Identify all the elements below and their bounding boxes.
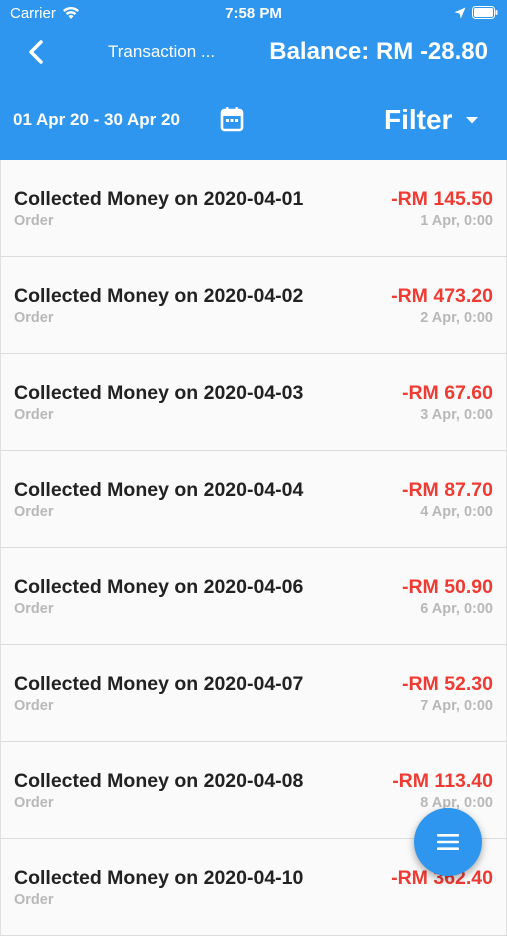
transaction-date: 7 Apr, 0:00 [420, 698, 493, 714]
filter-dropdown[interactable]: Filter [384, 104, 479, 136]
transaction-type: Order [14, 213, 54, 229]
status-time: 7:58 PM [225, 5, 282, 22]
transaction-amount: -RM 67.60 [401, 382, 493, 404]
app-header: Carrier 7:58 PM Transaction ... Balance:… [0, 0, 507, 160]
transaction-type: Order [14, 601, 54, 617]
transaction-type: Order [14, 795, 54, 811]
transaction-title: Collected Money on 2020-04-02 [14, 285, 304, 307]
transaction-date: 2 Apr, 0:00 [420, 310, 493, 326]
balance-label: Balance: RM -28.80 [269, 38, 488, 65]
location-arrow-icon [454, 7, 466, 19]
menu-fab-button[interactable] [414, 808, 482, 876]
transaction-title: Collected Money on 2020-04-10 [14, 867, 304, 889]
transaction-row[interactable]: Collected Money on 2020-04-06 Order -RM … [0, 548, 507, 645]
transaction-title: Collected Money on 2020-04-03 [14, 382, 304, 404]
transaction-row[interactable]: Collected Money on 2020-04-03 Order -RM … [0, 354, 507, 451]
transaction-title: Collected Money on 2020-04-01 [14, 188, 304, 210]
transaction-amount: -RM 50.90 [401, 576, 493, 598]
page-title: Transaction ... [108, 42, 216, 61]
transaction-row[interactable]: Collected Money on 2020-04-02 Order -RM … [0, 257, 507, 354]
transaction-amount: -RM 145.50 [391, 188, 493, 210]
transaction-type: Order [14, 504, 54, 520]
transaction-row[interactable]: Collected Money on 2020-04-07 Order -RM … [0, 645, 507, 742]
transaction-date: 1 Apr, 0:00 [420, 213, 493, 229]
transaction-type: Order [14, 407, 54, 423]
transaction-row[interactable]: Collected Money on 2020-04-01 Order -RM … [0, 160, 507, 257]
back-button[interactable] [22, 36, 52, 68]
calendar-icon[interactable] [220, 106, 244, 132]
transaction-type: Order [14, 698, 54, 714]
status-bar: Carrier 7:58 PM [0, 0, 507, 28]
caret-down-icon [465, 117, 478, 124]
transaction-date: 6 Apr, 0:00 [420, 601, 493, 617]
transaction-title: Collected Money on 2020-04-06 [14, 576, 304, 598]
transaction-date: 3 Apr, 0:00 [420, 407, 493, 423]
transaction-type: Order [14, 310, 54, 326]
transaction-amount: -RM 52.30 [401, 673, 493, 695]
transaction-amount: -RM 87.70 [401, 479, 493, 501]
transaction-title: Collected Money on 2020-04-08 [14, 770, 304, 792]
transaction-amount: -RM 473.20 [391, 285, 493, 307]
transaction-date: 4 Apr, 0:00 [420, 504, 493, 520]
transaction-title: Collected Money on 2020-04-07 [14, 673, 304, 695]
battery-icon [472, 6, 498, 19]
transaction-amount: -RM 113.40 [392, 770, 493, 792]
transaction-title: Collected Money on 2020-04-04 [14, 479, 304, 501]
transaction-type: Order [14, 892, 54, 908]
transaction-row[interactable]: Collected Money on 2020-04-04 Order -RM … [0, 451, 507, 548]
menu-icon [437, 834, 459, 850]
filter-label: Filter [384, 104, 453, 135]
date-range-label[interactable]: 01 Apr 20 - 30 Apr 20 [13, 110, 180, 130]
